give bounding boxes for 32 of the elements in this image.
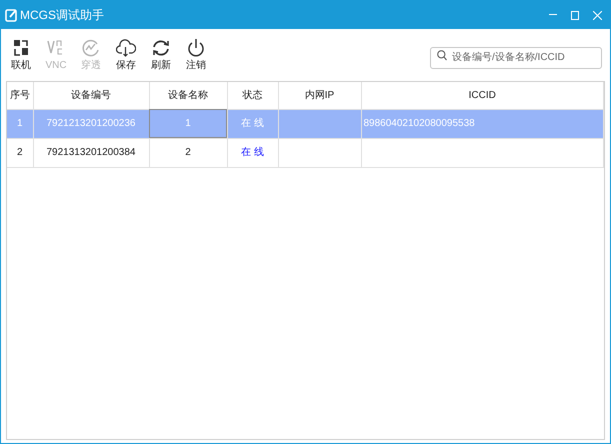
close-icon[interactable] <box>593 10 602 20</box>
table-cell: 1 <box>185 118 191 129</box>
link-icon <box>11 38 31 58</box>
table-cell: 1 <box>16 118 23 129</box>
column-header[interactable]: 设备名称 <box>149 82 227 109</box>
column-header[interactable]: 设备编号 <box>33 82 149 109</box>
table-row[interactable]: 2 7921313201200384 2 在 线 <box>7 138 604 167</box>
toolbar-button[interactable]: 保存 <box>112 38 140 72</box>
refresh-icon <box>151 38 171 58</box>
column-header[interactable]: 内网IP <box>278 82 361 109</box>
search-icon <box>437 50 447 61</box>
cloud-icon <box>116 38 136 58</box>
minimize-icon[interactable] <box>549 14 557 16</box>
chart-circle-icon <box>81 38 101 58</box>
toolbar-button[interactable]: 注销 <box>182 38 210 72</box>
window-title: MCGS调试助手 <box>20 7 104 24</box>
power-icon <box>186 38 206 58</box>
app-icon <box>5 8 18 22</box>
table-cell: 在 线 <box>241 147 264 158</box>
table-cell: 在 线 <box>241 118 264 129</box>
table-cell: 7921213201200236 <box>46 118 136 129</box>
table-cell: 7921313201200384 <box>46 147 136 158</box>
column-header[interactable]: 序号 <box>7 82 33 109</box>
table-cell: 2 <box>185 147 191 158</box>
column-header[interactable]: 状态 <box>227 82 278 109</box>
table-cell: 89860402102080095538 <box>364 118 475 129</box>
maximize-icon[interactable] <box>571 10 579 20</box>
table-cell: 2 <box>16 147 23 158</box>
toolbar-button[interactable]: 联机 <box>7 38 35 72</box>
search-field[interactable]: 设备编号/设备名称/ICCID <box>430 46 602 68</box>
toolbar-button[interactable]: 刷新 <box>147 38 175 72</box>
column-header[interactable]: ICCID <box>361 82 604 109</box>
